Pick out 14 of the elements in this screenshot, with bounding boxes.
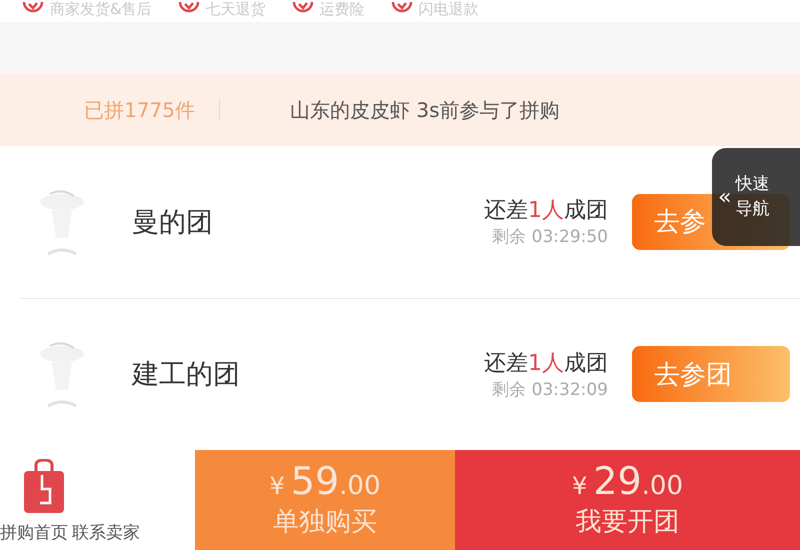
members-needed: 还差1人成团 — [484, 197, 608, 226]
bottom-link[interactable]: 拼购首页 — [0, 521, 68, 544]
buy-button[interactable]: ¥59.00 单独购买 — [195, 450, 455, 550]
activity-message: 山东的皮皮虾 3s前参与了拼购 — [290, 96, 560, 124]
time-remaining: 剩余 03:32:09 — [492, 378, 608, 401]
join-group-button[interactable]: 去参团 — [632, 346, 790, 402]
bottom-link[interactable]: 联系卖家 — [72, 521, 140, 544]
buy-button[interactable]: ¥29.00 我要开团 — [455, 450, 800, 550]
members-needed: 还差1人成团 — [484, 350, 608, 378]
group-name: 曼的团 — [132, 206, 214, 240]
sold-count: 已拼1775件 — [83, 96, 196, 124]
group-name: 建工的团 — [132, 358, 241, 392]
time-remaining: 剩余 03:29:50 — [492, 226, 608, 248]
shopping-bag-icon — [22, 459, 66, 515]
